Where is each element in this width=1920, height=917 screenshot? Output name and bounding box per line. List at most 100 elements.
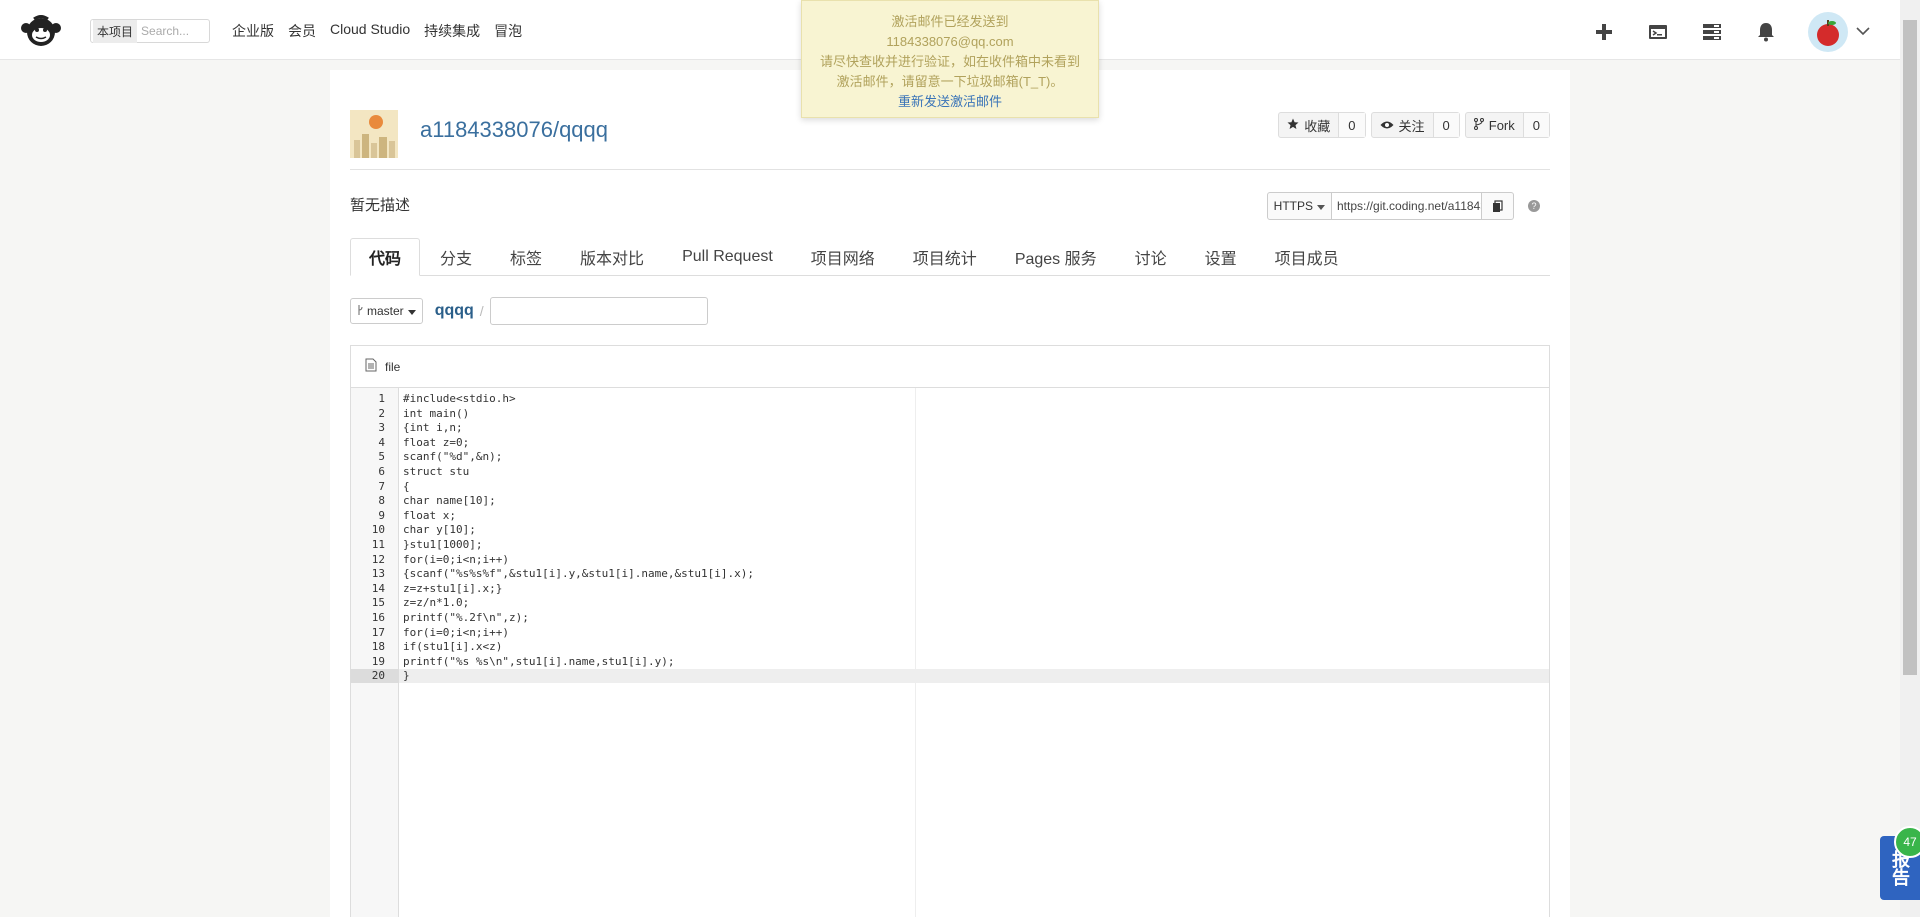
notice-line-4: 激活邮件，请留意一下垃圾邮箱(T_T)。 [836,74,1064,89]
code-text: for(i=0;i<n;i++) [403,552,509,566]
tab-discussion[interactable]: 讨论 [1117,238,1185,276]
code-line[interactable]: 4 float z=0; [351,436,1549,450]
watch-button[interactable]: 关注 0 [1370,112,1460,138]
notice-line-1: 激活邮件已经发送到 [891,14,1009,29]
tasks-icon[interactable] [1700,20,1724,44]
fork-label: Fork [1488,117,1515,133]
file-header: file [351,346,1549,388]
code-line[interactable]: 7{ [351,480,1549,494]
fork-button[interactable]: Fork 0 [1464,112,1550,138]
code-text: { [403,479,410,493]
code-line[interactable]: 17 for(i=0;i<n;i++) [351,626,1549,640]
clone-url-input[interactable]: https://git.coding.net/a1184338076/qqqq.… [1332,192,1482,220]
search-box[interactable]: 本项目 Search... [90,19,210,43]
coding-logo-icon[interactable] [18,12,64,48]
bell-icon[interactable] [1754,20,1778,44]
code-editor[interactable]: 1 #include<stdio.h> 2 int main() 3 {int i,n; 4… [351,388,1549,917]
star-button[interactable]: 收藏 0 [1278,112,1366,138]
chevron-down-icon[interactable] [1856,23,1870,41]
page-scrollbar[interactable] [1900,0,1920,917]
tab-tags[interactable]: 标签 [492,238,560,276]
nav-member[interactable]: 会员 [288,21,316,41]
branch-dropdown[interactable]: master [350,298,423,324]
fork-count: 0 [1523,113,1549,137]
repo-title[interactable]: a1184338076/qqqq [420,117,608,143]
notification-badge[interactable]: 47 [1894,826,1920,858]
code-text: z=z/n*1.0; [403,596,470,610]
line-number: 4 [378,435,385,449]
code-line[interactable]: 6 struct stu [351,465,1549,479]
repo-actions: 收藏 0 关注 0 Fork 0 [1278,112,1550,138]
code-line[interactable]: 15 z=z/n*1.0; [351,596,1549,610]
code-text: z=z+stu1[i].x;} [403,581,503,595]
tab-stats[interactable]: 项目统计 [895,238,995,276]
code-line[interactable]: 13 {scanf("%s%s%f",&stu1[i].y,&stu1[i].na… [351,567,1549,581]
nav-bubble[interactable]: 冒泡 [494,21,522,41]
line-number: 6 [378,465,385,478]
star-icon [1287,118,1299,133]
code-line[interactable]: 10 char y[10]; [351,523,1549,537]
repo-container: a1184338076/qqqq 收藏 0 关注 0 Fork 0 暂无描述 H… [330,70,1570,917]
branch-icon [357,304,363,318]
path-input[interactable] [489,297,708,325]
tab-network[interactable]: 项目网络 [793,238,893,276]
code-line[interactable]: 20} [351,669,1549,684]
notice-line-3: 请尽快查收并进行验证，如在收件箱中未看到 [819,54,1080,69]
line-number: 14 [371,581,385,595]
tab-pages[interactable]: Pages 服务 [997,238,1115,276]
repo-avatar-icon [350,110,398,158]
path-repo-link[interactable]: qqqq [435,302,474,320]
terminal-icon[interactable] [1646,20,1670,44]
eye-icon [1380,118,1394,133]
code-line[interactable]: 1 #include<stdio.h> [351,392,1549,406]
code-line[interactable]: 19 printf("%s %s\n",stu1[i].name,stu1[i].… [351,655,1549,669]
avatar[interactable] [1808,12,1848,52]
line-number: 5 [378,450,385,464]
code-text: {scanf("%s%s%f",&stu1[i].y,&stu1[i].name… [403,567,754,581]
tab-compare[interactable]: 版本对比 [562,238,662,276]
line-number: 13 [371,567,385,581]
fork-icon [1473,117,1484,133]
tab-settings[interactable]: 设置 [1187,238,1255,276]
line-number: 11 [371,538,385,551]
user-menu[interactable] [1808,12,1870,52]
star-label: 收藏 [1304,118,1331,134]
code-line[interactable]: 16 printf("%.2f\n",z); [351,611,1549,625]
nav-ci[interactable]: 持续集成 [424,21,480,41]
protocol-dropdown[interactable]: HTTPS [1266,192,1332,220]
copy-icon[interactable] [1482,192,1514,220]
tab-branches[interactable]: 分支 [422,238,490,276]
search-scope[interactable]: 本项目 [93,19,138,43]
help-icon[interactable]: ? [1528,200,1540,212]
code-line[interactable]: 8 char name[10]; [351,494,1549,508]
line-number: 16 [371,611,385,624]
code-line[interactable]: 2 int main() [351,407,1549,421]
code-line[interactable]: 18 if(stu1[i].x<z) [351,640,1549,654]
code-line[interactable]: 11 }stu1[1000]; [351,538,1549,552]
watch-label: 关注 [1398,118,1425,134]
code-line[interactable]: 14 z=z+stu1[i].x;} [351,582,1549,596]
code-line[interactable]: 3 {int i,n; [351,421,1549,435]
path-separator: / [479,303,484,319]
code-text: } [403,669,410,683]
tab-members[interactable]: 项目成员 [1257,238,1357,276]
code-line[interactable]: 9 float x; [351,509,1549,523]
top-nav: 企业版 会员 Cloud Studio 持续集成 冒泡 [232,21,522,41]
tab-pull-request[interactable]: Pull Request [664,238,791,276]
search-input[interactable]: Search... [137,24,189,38]
plus-icon[interactable] [1592,20,1616,44]
resend-activation-link[interactable]: 重新发送激活邮件 [802,92,1098,112]
code-text: char y[10]; [403,523,476,537]
code-line[interactable]: 5 scanf("%d",&n); [351,450,1549,464]
notice-email: 1184338076@qq.com [886,34,1014,49]
nav-cloud-studio[interactable]: Cloud Studio [330,21,410,41]
code-text: scanf("%d",&n); [403,450,503,464]
top-actions [1592,12,1870,52]
code-line[interactable]: 12 for(i=0;i<n;i++) [351,553,1549,567]
code-text: float x; [403,508,456,522]
scrollbar-thumb[interactable] [1903,20,1917,675]
tab-code[interactable]: 代码 [350,238,421,276]
star-count: 0 [1339,113,1365,137]
code-text: }stu1[1000]; [403,538,483,551]
nav-enterprise[interactable]: 企业版 [232,21,274,41]
